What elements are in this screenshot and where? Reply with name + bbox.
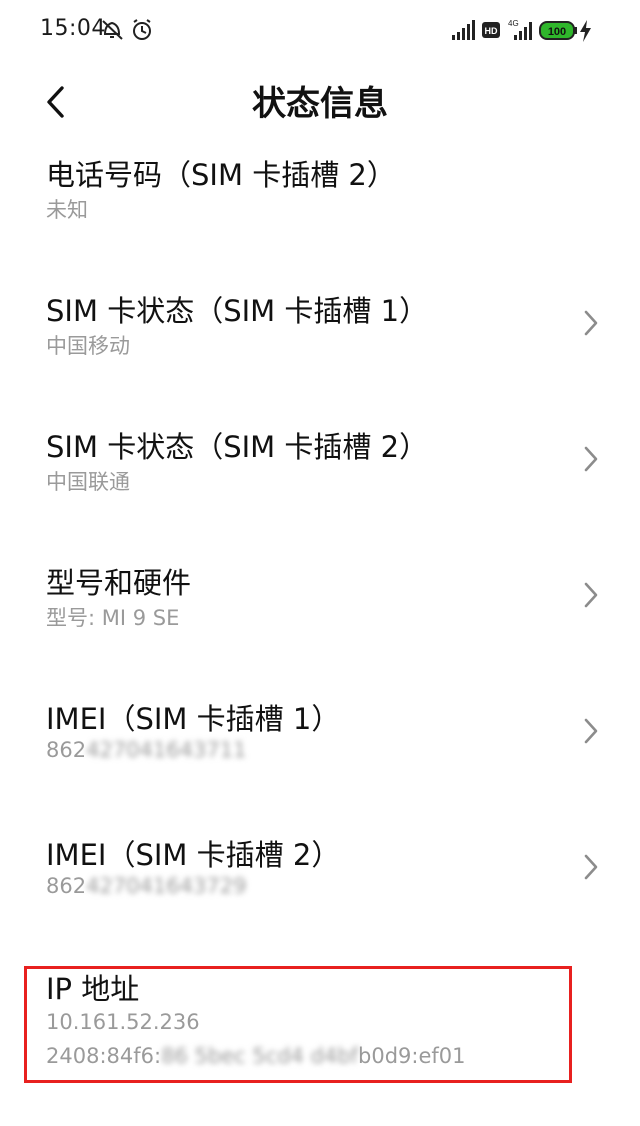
item-subtitle: 未知	[46, 198, 88, 222]
item-subtitle: 862427041643729	[46, 874, 246, 898]
list-item-imei-sim2[interactable]: IMEI（SIM 卡插槽 2） 862427041643729	[0, 820, 640, 952]
imei-visible-prefix: 862	[46, 738, 87, 762]
list-item-phone-number[interactable]: 电话号码（SIM 卡插槽 2） 未知	[0, 140, 640, 272]
item-subtitle: 中国联通	[46, 470, 130, 494]
ipv6-address: 2408:84f6:86 5bec 5cd4 d4bfb0d9:ef01	[46, 1044, 466, 1068]
ipv6-prefix: 2408:84f6:	[46, 1044, 162, 1068]
item-title: SIM 卡状态（SIM 卡插槽 1）	[46, 294, 429, 328]
notifications-off-icon	[102, 20, 123, 40]
item-subtitle: 型号: MI 9 SE	[46, 606, 180, 630]
status-left-icons	[100, 17, 160, 45]
imei-blurred-digits: 427041643729	[86, 874, 247, 898]
chevron-right-icon	[584, 310, 598, 336]
charging-icon	[580, 20, 591, 42]
status-time: 15:04	[40, 16, 106, 41]
list-item-imei-sim1[interactable]: IMEI（SIM 卡插槽 1） 862427041643711	[0, 684, 640, 816]
svg-text:HD: HD	[485, 26, 498, 36]
item-title: 电话号码（SIM 卡插槽 2）	[46, 158, 396, 192]
item-title: 型号和硬件	[46, 566, 192, 600]
ipv6-suffix: b0d9:ef01	[358, 1044, 466, 1068]
list-item-sim2-status[interactable]: SIM 卡状态（SIM 卡插槽 2） 中国联通	[0, 412, 640, 544]
item-title: IMEI（SIM 卡插槽 1）	[46, 702, 341, 736]
app-bar: 状态信息	[0, 62, 640, 140]
list-item-ip-address[interactable]: IP 地址 10.161.52.236 2408:84f6:86 5bec 5c…	[0, 966, 640, 1126]
hd-icon: HD	[482, 22, 500, 38]
imei-visible-prefix: 862	[46, 874, 87, 898]
item-title: IMEI（SIM 卡插槽 2）	[46, 838, 341, 872]
status-bar: 15:04 HD 4G 100	[0, 0, 640, 62]
svg-text:100: 100	[548, 26, 566, 38]
imei-blurred-digits: 427041643711	[86, 738, 247, 762]
4g-signal-icon: 4G	[508, 19, 532, 40]
status-right-icons: HD 4G 100	[450, 16, 610, 44]
item-subtitle: 中国移动	[46, 334, 130, 358]
list-item-model-hardware[interactable]: 型号和硬件 型号: MI 9 SE	[0, 548, 640, 680]
chevron-right-icon	[584, 446, 598, 472]
item-title: IP 地址	[46, 972, 140, 1006]
battery-icon: 100	[539, 21, 577, 40]
ipv6-blurred-segment: 86 5bec 5cd4 d4bf	[161, 1044, 358, 1068]
list-item-sim1-status[interactable]: SIM 卡状态（SIM 卡插槽 1） 中国移动	[0, 276, 640, 408]
signal-icon	[452, 20, 475, 40]
alarm-icon	[133, 19, 151, 40]
chevron-right-icon	[584, 854, 598, 880]
item-title: SIM 卡状态（SIM 卡插槽 2）	[46, 430, 429, 464]
svg-text:4G: 4G	[508, 19, 519, 28]
item-subtitle: 862427041643711	[46, 738, 246, 762]
page-title: 状态信息	[252, 84, 388, 124]
chevron-right-icon	[584, 582, 598, 608]
ipv4-address: 10.161.52.236	[46, 1010, 200, 1034]
chevron-right-icon	[584, 718, 598, 744]
